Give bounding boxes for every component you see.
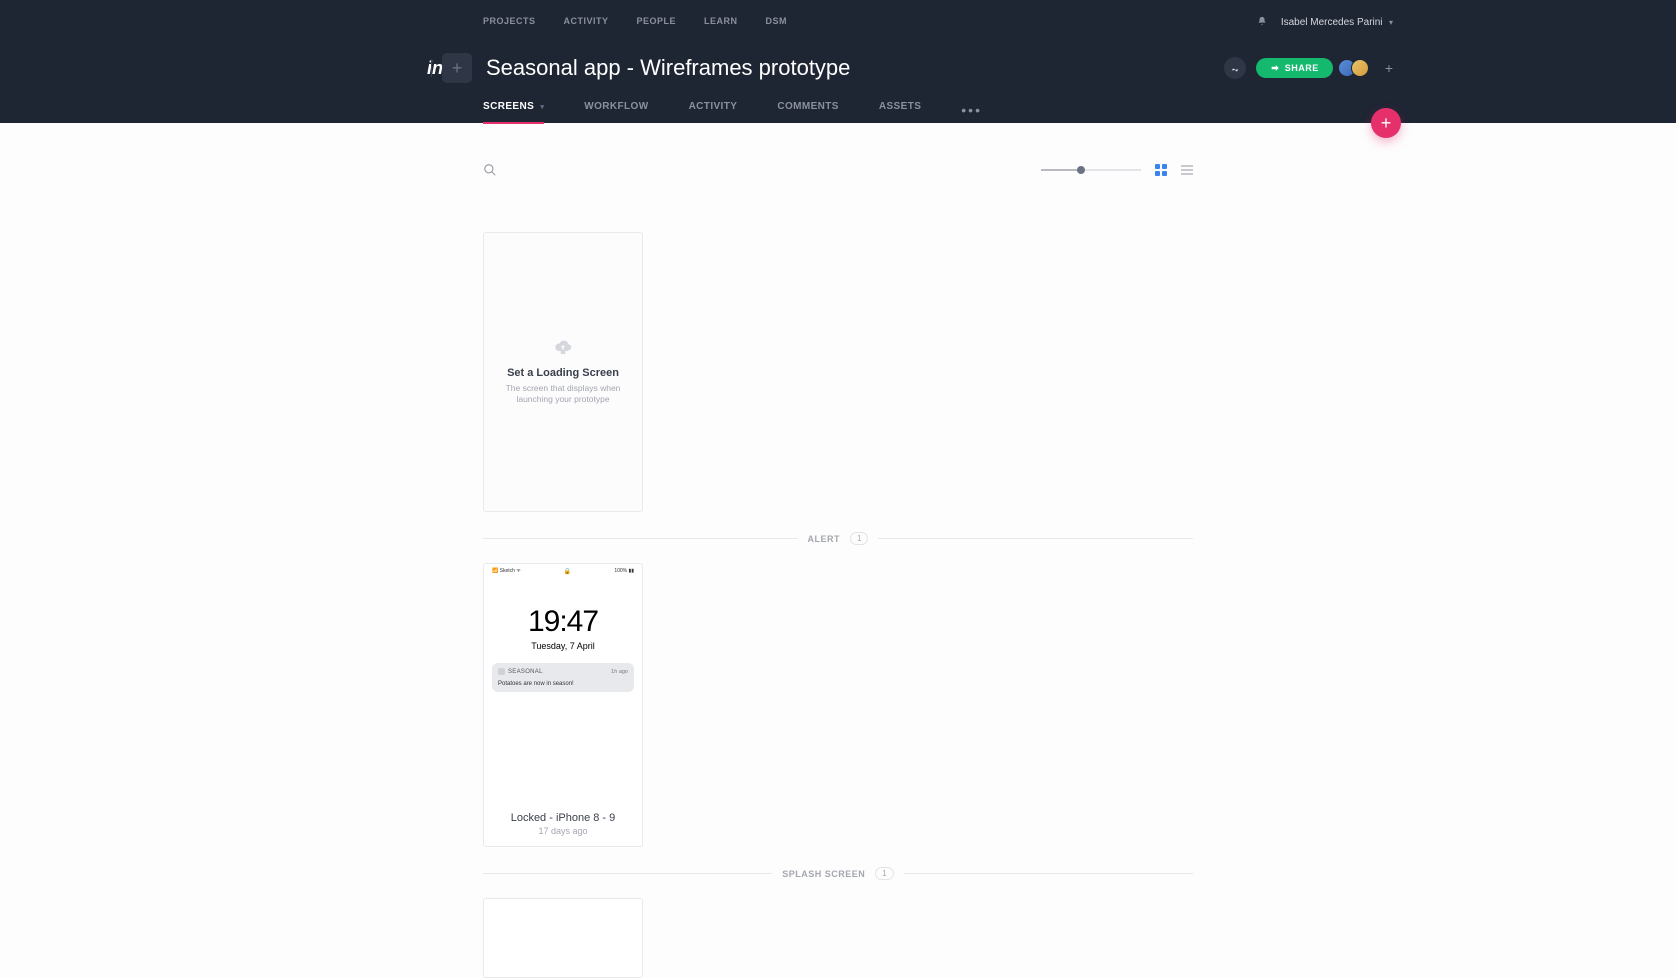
notifications-icon[interactable] [1257,15,1267,27]
loading-card-subtitle: The screen that displays when launching … [504,383,622,405]
share-icon [1270,63,1280,73]
lock-time: 19:47 [488,605,638,639]
section-count: 1 [850,532,868,545]
nav-dsm[interactable]: DSM [766,16,788,26]
lock-date: Tuesday, 7 April [488,641,638,651]
nav-activity[interactable]: ACTIVITY [564,16,609,26]
section-label: ALERT [808,534,841,544]
slider-thumb [1077,166,1085,174]
tab-workflow[interactable]: WORKFLOW [584,101,648,118]
tab-more-button[interactable]: ••• [961,102,982,118]
grid-view-button[interactable] [1155,164,1167,176]
project-title: Seasonal app - Wireframes prototype [486,55,850,81]
notif-body: Potatoes are now in season! [498,681,628,687]
search-icon[interactable] [483,163,497,177]
tab-screens[interactable]: SCREENS ▾ [483,101,544,118]
add-screen-fab[interactable]: + [1371,108,1401,138]
collaborator-avatars[interactable] [1343,59,1369,77]
nav-people[interactable]: PEOPLE [637,16,677,26]
avatar [1351,59,1369,77]
status-right: 100% ▮▮ [614,568,634,575]
screen-thumbnail: 📶 Sketch ᯤ 🔒 100% ▮▮ 19:47 Tuesday, 7 Ap… [484,564,642,804]
user-name: Isabel Mercedes Parini [1281,17,1383,28]
notif-app-name: SEASONAL [508,669,543,675]
divider [431,59,432,77]
chevron-down-icon: ▾ [540,104,544,111]
screen-name: Locked - iPhone 8 - 9 [484,812,642,824]
tab-activity[interactable]: ACTIVITY [689,101,738,118]
screen-card-splash[interactable] [483,898,643,978]
chevron-down-icon: ▾ [1389,18,1393,27]
lock-icon: 🔒 [564,568,571,575]
section-divider-alert: ALERT 1 [483,532,1193,545]
section-count: 1 [875,867,893,880]
tab-label: SCREENS [483,101,534,112]
share-label: SHARE [1285,63,1319,73]
tab-assets[interactable]: ASSETS [879,101,921,118]
add-collaborator-button[interactable]: + [1385,60,1393,76]
notification: SEASONAL 1h ago Potatoes are now in seas… [492,663,634,692]
add-project-button[interactable]: + [442,53,472,83]
list-view-button[interactable] [1181,165,1193,175]
cloud-upload-icon [552,339,574,357]
screen-card-locked[interactable]: 📶 Sketch ᯤ 🔒 100% ▮▮ 19:47 Tuesday, 7 Ap… [483,563,643,847]
section-label: SPLASH SCREEN [782,869,865,879]
zoom-slider[interactable] [1041,168,1141,172]
slider-fill [1041,169,1081,171]
screen-time-ago: 17 days ago [484,826,642,836]
notif-app-icon [498,668,505,675]
nav-learn[interactable]: LEARN [704,16,738,26]
tab-comments[interactable]: COMMENTS [777,101,839,118]
share-button[interactable]: SHARE [1256,58,1333,78]
section-divider-splash: SPLASH SCREEN 1 [483,867,1193,880]
nav-projects[interactable]: PROJECTS [483,16,536,26]
plus-icon: + [1381,114,1392,132]
freehand-button[interactable] [1224,57,1246,79]
user-menu[interactable]: Isabel Mercedes Parini ▾ [1281,12,1393,30]
freehand-icon [1230,63,1240,73]
set-loading-screen-card[interactable]: Set a Loading Screen The screen that dis… [483,232,643,512]
notif-time: 1h ago [611,669,628,675]
status-left: 📶 Sketch ᯤ [492,568,521,575]
loading-card-title: Set a Loading Screen [507,367,619,379]
plus-icon: + [452,59,463,77]
